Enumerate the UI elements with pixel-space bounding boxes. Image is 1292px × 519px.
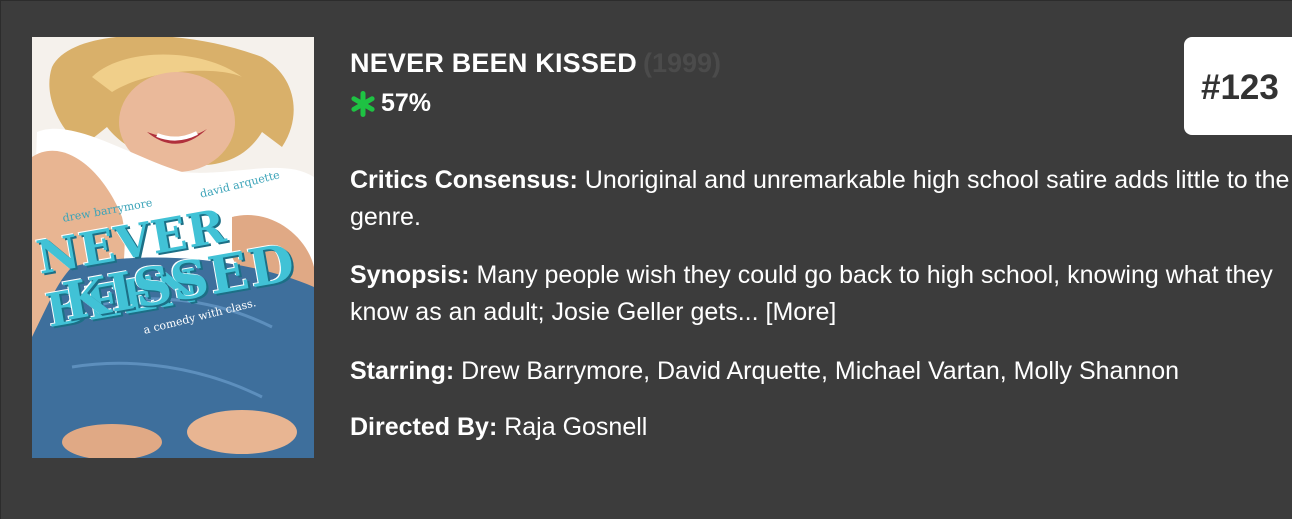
rotten-splat-icon (351, 91, 375, 117)
directed-by-label: Directed By: (350, 413, 498, 441)
directed-by: Directed By: Raja Gosnell (350, 409, 1292, 446)
directed-by-text: Raja Gosnell (504, 413, 648, 441)
starring: Starring: Drew Barrymore, David Arquette… (350, 353, 1292, 390)
synopsis: Synopsis: Many people wish they could go… (350, 257, 1292, 331)
rank-number: #123 (1201, 68, 1279, 107)
synopsis-label: Synopsis: (350, 261, 470, 289)
synopsis-more-link[interactable]: [More] (766, 298, 837, 326)
tomatometer-score: 57% (381, 89, 432, 117)
critics-consensus-label: Critics Consensus: (350, 166, 578, 194)
movie-card: drew barrymore david arquette NEVER BEEN… (0, 0, 1292, 519)
movie-poster[interactable]: drew barrymore david arquette NEVER BEEN… (32, 37, 314, 458)
title-row: NEVER BEEN KISSED (1999) (350, 45, 721, 81)
critics-consensus: Critics Consensus: Unoriginal and unrema… (350, 162, 1292, 236)
starring-label: Starring: (350, 357, 455, 385)
score-row: 57% (349, 87, 431, 119)
starring-text: Drew Barrymore, David Arquette, Michael … (461, 357, 1180, 385)
movie-title[interactable]: NEVER BEEN KISSED (350, 48, 637, 78)
movie-year: (1999) (642, 48, 722, 78)
poster-text-overlay: drew barrymore david arquette NEVER BEEN… (32, 37, 314, 458)
rank-badge: #123 (1184, 37, 1292, 135)
